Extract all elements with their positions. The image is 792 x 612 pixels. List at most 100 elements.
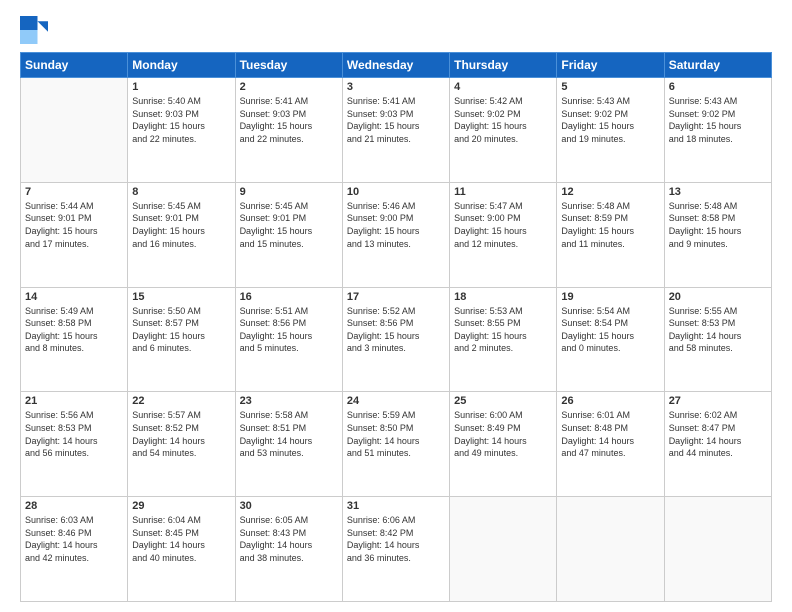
calendar-cell: 12 Sunrise: 5:48 AMSunset: 8:59 PMDayligh… xyxy=(557,182,664,287)
day-number: 8 xyxy=(132,186,230,198)
day-number: 21 xyxy=(25,395,123,407)
day-info: Sunrise: 5:46 AMSunset: 9:00 PMDaylight:… xyxy=(347,200,445,250)
calendar-cell: 13Sunrise: 5:48 AMSunset: 8:58 PMDayligh… xyxy=(664,182,771,287)
day-info: Sunrise: 5:44 AMSunset: 9:01 PMDaylight:… xyxy=(25,200,123,250)
day-number: 11 xyxy=(454,186,552,198)
calendar-cell: 6 Sunrise: 5:43 AMSunset: 9:02 PMDaylight… xyxy=(664,78,771,183)
day-info: Sunrise: 5:59 AMSunset: 8:50 PMDaylight:… xyxy=(347,409,445,459)
weekday-header: Friday xyxy=(557,53,664,78)
day-info: Sunrise: 5:52 AMSunset: 8:56 PMDaylight:… xyxy=(347,305,445,355)
calendar-cell: 22 Sunrise: 5:57 AMSunset: 8:52 PMDayligh… xyxy=(128,392,235,497)
day-info: Sunrise: 6:02 AMSunset: 8:47 PMDaylight:… xyxy=(669,409,767,459)
calendar-cell: 10 Sunrise: 5:46 AMSunset: 9:00 PMDayligh… xyxy=(342,182,449,287)
calendar-cell: 19 Sunrise: 5:54 AMSunset: 8:54 PMDayligh… xyxy=(557,287,664,392)
day-number: 9 xyxy=(240,186,338,198)
calendar-cell: 31Sunrise: 6:06 AMSunset: 8:42 PMDayligh… xyxy=(342,497,449,602)
day-info: Sunrise: 5:47 AMSunset: 9:00 PMDaylight:… xyxy=(454,200,552,250)
day-info: Sunrise: 5:43 AMSunset: 9:02 PMDaylight:… xyxy=(561,95,659,145)
calendar-week-row: 28 Sunrise: 6:03 AMSunset: 8:46 PMDayligh… xyxy=(21,497,772,602)
calendar-cell: 29Sunrise: 6:04 AMSunset: 8:45 PMDayligh… xyxy=(128,497,235,602)
day-info: Sunrise: 5:55 AMSunset: 8:53 PMDaylight:… xyxy=(669,305,767,355)
day-info: Sunrise: 5:41 AMSunset: 9:03 PMDaylight:… xyxy=(347,95,445,145)
calendar-cell: 26 Sunrise: 6:01 AMSunset: 8:48 PMDayligh… xyxy=(557,392,664,497)
day-number: 1 xyxy=(132,81,230,93)
weekday-header: Saturday xyxy=(664,53,771,78)
calendar-cell: 21Sunrise: 5:56 AMSunset: 8:53 PMDayligh… xyxy=(21,392,128,497)
day-number: 2 xyxy=(240,81,338,93)
weekday-header: Monday xyxy=(128,53,235,78)
day-info: Sunrise: 6:01 AMSunset: 8:48 PMDaylight:… xyxy=(561,409,659,459)
calendar-cell xyxy=(450,497,557,602)
day-info: Sunrise: 6:06 AMSunset: 8:42 PMDaylight:… xyxy=(347,514,445,564)
day-number: 18 xyxy=(454,291,552,303)
day-number: 20 xyxy=(669,291,767,303)
day-number: 30 xyxy=(240,500,338,512)
day-info: Sunrise: 5:51 AMSunset: 8:56 PMDaylight:… xyxy=(240,305,338,355)
day-info: Sunrise: 5:58 AMSunset: 8:51 PMDaylight:… xyxy=(240,409,338,459)
day-number: 19 xyxy=(561,291,659,303)
day-number: 7 xyxy=(25,186,123,198)
header xyxy=(20,16,772,44)
weekday-header: Sunday xyxy=(21,53,128,78)
calendar-cell: 24 Sunrise: 5:59 AMSunset: 8:50 PMDayligh… xyxy=(342,392,449,497)
calendar-cell xyxy=(664,497,771,602)
day-number: 22 xyxy=(132,395,230,407)
day-info: Sunrise: 5:40 AMSunset: 9:03 PMDaylight:… xyxy=(132,95,230,145)
calendar-week-row: 7 Sunrise: 5:44 AMSunset: 9:01 PMDaylight… xyxy=(21,182,772,287)
weekday-header: Thursday xyxy=(450,53,557,78)
calendar-cell: 9 Sunrise: 5:45 AMSunset: 9:01 PMDaylight… xyxy=(235,182,342,287)
day-info: Sunrise: 5:45 AMSunset: 9:01 PMDaylight:… xyxy=(132,200,230,250)
day-number: 27 xyxy=(669,395,767,407)
day-number: 3 xyxy=(347,81,445,93)
day-info: Sunrise: 6:04 AMSunset: 8:45 PMDaylight:… xyxy=(132,514,230,564)
calendar-cell: 28 Sunrise: 6:03 AMSunset: 8:46 PMDayligh… xyxy=(21,497,128,602)
day-number: 15 xyxy=(132,291,230,303)
calendar-cell: 27 Sunrise: 6:02 AMSunset: 8:47 PMDayligh… xyxy=(664,392,771,497)
day-info: Sunrise: 5:42 AMSunset: 9:02 PMDaylight:… xyxy=(454,95,552,145)
day-info: Sunrise: 5:54 AMSunset: 8:54 PMDaylight:… xyxy=(561,305,659,355)
calendar-table: SundayMondayTuesdayWednesdayThursdayFrid… xyxy=(20,52,772,602)
calendar-cell: 15 Sunrise: 5:50 AMSunset: 8:57 PMDayligh… xyxy=(128,287,235,392)
calendar-header-row: SundayMondayTuesdayWednesdayThursdayFrid… xyxy=(21,53,772,78)
day-number: 10 xyxy=(347,186,445,198)
day-number: 12 xyxy=(561,186,659,198)
day-info: Sunrise: 5:43 AMSunset: 9:02 PMDaylight:… xyxy=(669,95,767,145)
calendar-cell: 30Sunrise: 6:05 AMSunset: 8:43 PMDayligh… xyxy=(235,497,342,602)
calendar-cell xyxy=(21,78,128,183)
calendar-cell: 23Sunrise: 5:58 AMSunset: 8:51 PMDayligh… xyxy=(235,392,342,497)
logo xyxy=(20,16,52,44)
calendar-cell: 14 Sunrise: 5:49 AMSunset: 8:58 PMDayligh… xyxy=(21,287,128,392)
day-number: 6 xyxy=(669,81,767,93)
calendar-cell: 4Sunrise: 5:42 AMSunset: 9:02 PMDaylight… xyxy=(450,78,557,183)
day-number: 26 xyxy=(561,395,659,407)
calendar-cell: 20 Sunrise: 5:55 AMSunset: 8:53 PMDayligh… xyxy=(664,287,771,392)
day-info: Sunrise: 5:49 AMSunset: 8:58 PMDaylight:… xyxy=(25,305,123,355)
calendar-cell: 7 Sunrise: 5:44 AMSunset: 9:01 PMDaylight… xyxy=(21,182,128,287)
calendar-page: SundayMondayTuesdayWednesdayThursdayFrid… xyxy=(0,0,792,612)
weekday-header: Tuesday xyxy=(235,53,342,78)
day-number: 24 xyxy=(347,395,445,407)
calendar-cell: 18Sunrise: 5:53 AMSunset: 8:55 PMDayligh… xyxy=(450,287,557,392)
day-number: 17 xyxy=(347,291,445,303)
calendar-week-row: 21Sunrise: 5:56 AMSunset: 8:53 PMDayligh… xyxy=(21,392,772,497)
calendar-cell: 25Sunrise: 6:00 AMSunset: 8:49 PMDayligh… xyxy=(450,392,557,497)
calendar-cell: 2 Sunrise: 5:41 AMSunset: 9:03 PMDaylight… xyxy=(235,78,342,183)
day-info: Sunrise: 5:48 AMSunset: 8:58 PMDaylight:… xyxy=(669,200,767,250)
calendar-cell: 8 Sunrise: 5:45 AMSunset: 9:01 PMDaylight… xyxy=(128,182,235,287)
day-info: Sunrise: 5:50 AMSunset: 8:57 PMDaylight:… xyxy=(132,305,230,355)
calendar-cell xyxy=(557,497,664,602)
day-number: 14 xyxy=(25,291,123,303)
calendar-cell: 11 Sunrise: 5:47 AMSunset: 9:00 PMDayligh… xyxy=(450,182,557,287)
calendar-cell: 17 Sunrise: 5:52 AMSunset: 8:56 PMDayligh… xyxy=(342,287,449,392)
calendar-week-row: 14 Sunrise: 5:49 AMSunset: 8:58 PMDayligh… xyxy=(21,287,772,392)
day-info: Sunrise: 5:45 AMSunset: 9:01 PMDaylight:… xyxy=(240,200,338,250)
day-info: Sunrise: 5:41 AMSunset: 9:03 PMDaylight:… xyxy=(240,95,338,145)
day-info: Sunrise: 6:03 AMSunset: 8:46 PMDaylight:… xyxy=(25,514,123,564)
calendar-cell: 3 Sunrise: 5:41 AMSunset: 9:03 PMDaylight… xyxy=(342,78,449,183)
day-number: 28 xyxy=(25,500,123,512)
logo-icon xyxy=(20,16,48,44)
day-info: Sunrise: 5:48 AMSunset: 8:59 PMDaylight:… xyxy=(561,200,659,250)
day-info: Sunrise: 5:57 AMSunset: 8:52 PMDaylight:… xyxy=(132,409,230,459)
calendar-week-row: 1 Sunrise: 5:40 AMSunset: 9:03 PMDaylight… xyxy=(21,78,772,183)
day-info: Sunrise: 6:00 AMSunset: 8:49 PMDaylight:… xyxy=(454,409,552,459)
